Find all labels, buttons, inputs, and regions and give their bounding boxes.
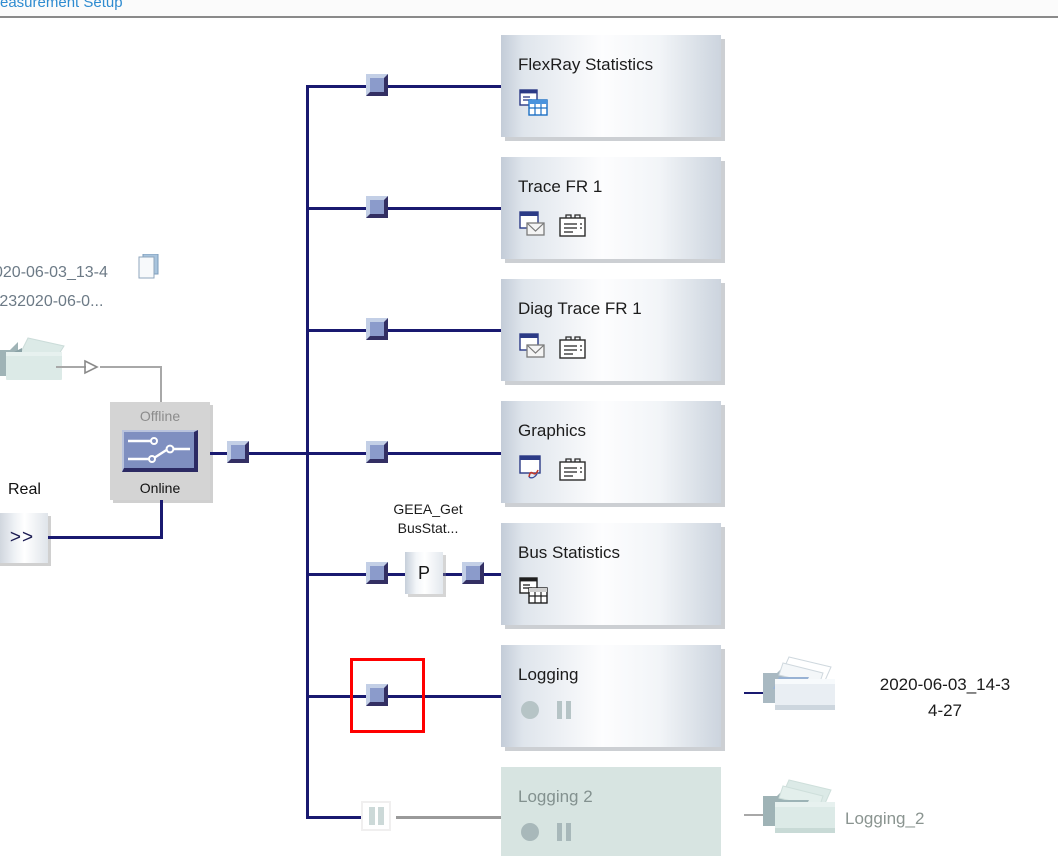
branch-wire-diag-trace-fr-1 [306,329,502,332]
node-bus-statistics-in[interactable] [366,562,388,584]
filter-list-icon [559,458,587,482]
block-flexray-statistics[interactable]: FlexRay Statistics [501,35,721,137]
block-icon-group [519,211,587,238]
program-node-caption-line1: GEEA_Get [393,501,463,517]
block-title: Graphics [518,421,587,440]
filter-list-icon [559,214,587,238]
logging-output-label-line2: 4-27 [927,701,963,720]
logging-2-output-label-line1: Logging_2 [845,809,925,828]
logging-output-label: 2020-06-03_14-3 4-27 [845,672,1045,724]
node-trace-fr-1[interactable] [366,196,388,218]
offline-file-label-line1: 020-06-03_13-4 [0,264,108,281]
block-title: Bus Statistics [518,543,621,562]
branch-wire-logging-2 [306,816,366,819]
node-graphics[interactable] [366,441,388,463]
node-flexray-statistics[interactable] [366,74,388,96]
real-wire-h [48,536,163,539]
real-source-button-label: >> [9,527,35,548]
document-stack-icon [133,254,161,286]
offline-wire-v [160,366,162,402]
block-icon-group [519,577,549,605]
logging-2-output-label: Logging_2 [845,806,1045,832]
block-logging[interactable]: Logging [501,645,721,747]
window-header: easurement Setup [0,0,1058,18]
block-icon-group [519,821,575,843]
block-icon-group [519,455,587,482]
block-logging-2[interactable]: Logging 2 [501,767,721,856]
switch-online-label: Online [139,480,181,496]
statistics-table-dark-icon [519,577,549,605]
block-icon-group [519,89,549,117]
graphics-window-icon [519,455,547,482]
node-bus-statistics-out[interactable] [462,562,484,584]
switch-offline-label: Offline [139,408,181,424]
record-circle-icon[interactable] [519,821,541,843]
offline-online-switch[interactable]: Offline Online [110,402,210,500]
offline-file-label-line2: -232020-06-0... [0,293,104,310]
real-source-label: Real [8,481,41,498]
page-title: easurement Setup [0,0,123,11]
block-icon-group [519,699,575,721]
node-diag-trace-fr-1[interactable] [366,318,388,340]
logging-output-label-line1: 2020-06-03_14-3 [879,675,1011,694]
folder-offline-icon [0,336,74,388]
branch-wire-graphics [306,452,502,455]
node-logging-2-disabled[interactable] [361,801,391,831]
pause-bars-icon[interactable] [553,699,575,721]
block-title: FlexRay Statistics [518,55,654,74]
real-wire-v [160,500,163,539]
block-title: Diag Trace FR 1 [518,299,642,318]
node-logging[interactable] [366,684,388,706]
program-node-caption-line2: BusStat... [397,520,459,536]
block-title: Logging [518,665,579,684]
folder-open-files-icon[interactable] [753,655,843,715]
branch-wire-trace-fr-1 [306,207,502,210]
folder-open-files-icon[interactable] [753,778,843,838]
block-title: Logging 2 [518,787,593,806]
block-bus-statistics[interactable]: Bus Statistics [501,523,721,625]
offline-wire-h [100,366,162,368]
block-graphics[interactable]: Graphics [501,401,721,503]
program-node-caption: GEEA_Get BusStat... [363,500,493,538]
main-connector-node[interactable] [227,441,249,463]
block-trace-fr-1[interactable]: Trace FR 1 [501,157,721,259]
program-node-label: P [417,562,430,583]
block-diag-trace-fr-1[interactable]: Diag Trace FR 1 [501,279,721,381]
branch-wire-logging-2-disabled [396,816,502,819]
measurement-setup-canvas: easurement Setup 020-06-03_13-4 -232020-… [0,0,1058,856]
statistics-table-icon [519,89,549,117]
program-node-block[interactable]: P [405,552,443,594]
toggle-switch-icon [122,430,198,472]
real-source-button[interactable]: >> [0,513,48,563]
block-title: Trace FR 1 [518,177,603,196]
pause-bars-icon[interactable] [553,821,575,843]
block-icon-group [519,333,587,360]
trace-window-icon [519,211,547,238]
record-circle-icon[interactable] [519,699,541,721]
offline-arrow-line [56,366,86,368]
branch-wire-flexray-statistics [306,85,502,88]
filter-list-icon [559,336,587,360]
trace-window-icon [519,333,547,360]
